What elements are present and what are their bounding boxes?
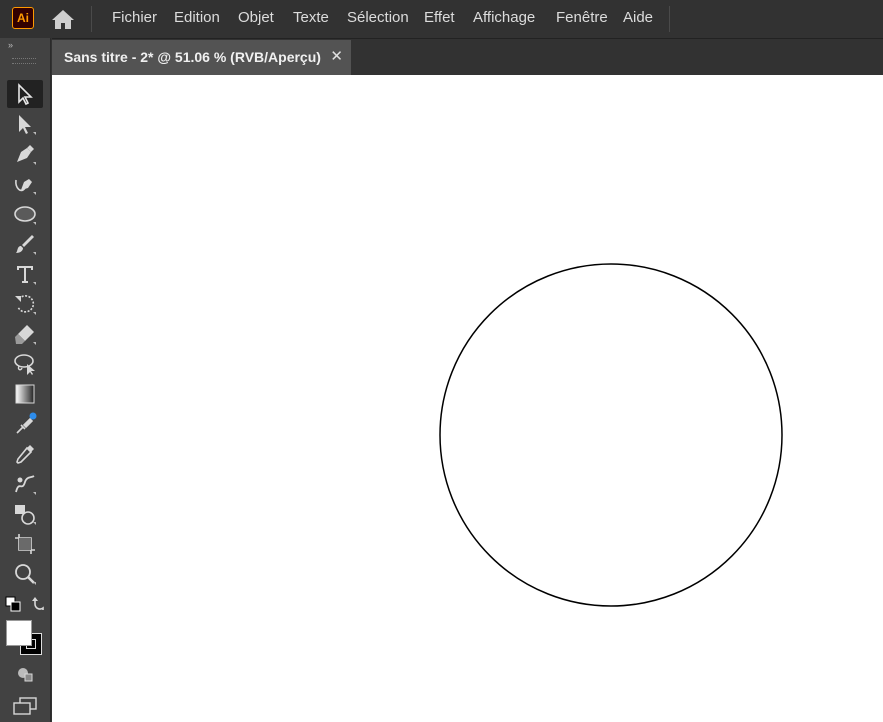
rotate-tool-icon[interactable] <box>7 290 43 318</box>
menu-aide[interactable]: Aide <box>623 9 653 26</box>
circle-shape[interactable] <box>439 263 783 607</box>
document-tab-title: Sans titre - 2* @ 51.06 % (RVB/Aperçu) <box>64 49 321 65</box>
zoom-tool-icon[interactable] <box>7 560 43 588</box>
ellipse-tool-icon[interactable] <box>7 200 43 228</box>
gradient-tool-icon[interactable] <box>7 380 43 408</box>
swap-fill-stroke-icon[interactable] <box>31 596 47 612</box>
fill-swatch[interactable] <box>6 620 32 646</box>
paintbrush-tool-icon[interactable] <box>7 230 43 258</box>
close-icon[interactable]: ✕ <box>330 47 343 65</box>
menu-objet[interactable]: Objet <box>238 9 274 26</box>
direct-selection-tool-icon[interactable] <box>7 110 43 138</box>
artwork-layer <box>439 263 783 607</box>
color-mode-icon[interactable] <box>16 666 36 682</box>
menu-divider <box>91 6 92 32</box>
menu-affichage[interactable]: Affichage <box>473 9 535 26</box>
menu-fichier[interactable]: Fichier <box>112 9 157 26</box>
illustrator-logo-icon[interactable]: Ai <box>12 7 34 29</box>
shape-builder-tool-icon[interactable] <box>7 500 43 528</box>
tools-panel: » <box>0 38 51 722</box>
blend-tool-icon[interactable] <box>7 470 43 498</box>
panel-grip[interactable] <box>12 58 36 64</box>
collapse-panel-icon[interactable]: » <box>8 40 13 50</box>
lasso-tool-icon[interactable] <box>7 350 43 378</box>
eyedropper-tool-icon[interactable] <box>7 440 43 468</box>
menu-fenetre[interactable]: Fenêtre <box>556 9 608 26</box>
document-tab[interactable]: Sans titre - 2* @ 51.06 % (RVB/Aperçu) ✕ <box>52 40 351 75</box>
menu-effet[interactable]: Effet <box>424 9 455 26</box>
type-tool-icon[interactable] <box>7 260 43 288</box>
default-fill-stroke-icon[interactable] <box>5 596 21 612</box>
menu-edition[interactable]: Edition <box>174 9 220 26</box>
menu-texte[interactable]: Texte <box>293 9 329 26</box>
menu-divider <box>669 6 670 32</box>
curvature-tool-icon[interactable] <box>7 170 43 198</box>
eraser-tool-icon[interactable] <box>7 320 43 348</box>
artboard-canvas[interactable] <box>52 75 883 722</box>
screen-mode-icon[interactable] <box>12 696 38 716</box>
selection-tool-icon[interactable] <box>7 80 43 108</box>
menu-selection[interactable]: Sélection <box>347 9 409 26</box>
home-icon[interactable] <box>50 7 76 31</box>
artboard-tool-icon[interactable] <box>7 530 43 558</box>
menu-bar: Ai Fichier Edition Objet Texte Sélection… <box>0 0 883 38</box>
puppet-warp-tool-icon[interactable] <box>7 410 43 438</box>
pen-tool-icon[interactable] <box>7 140 43 168</box>
